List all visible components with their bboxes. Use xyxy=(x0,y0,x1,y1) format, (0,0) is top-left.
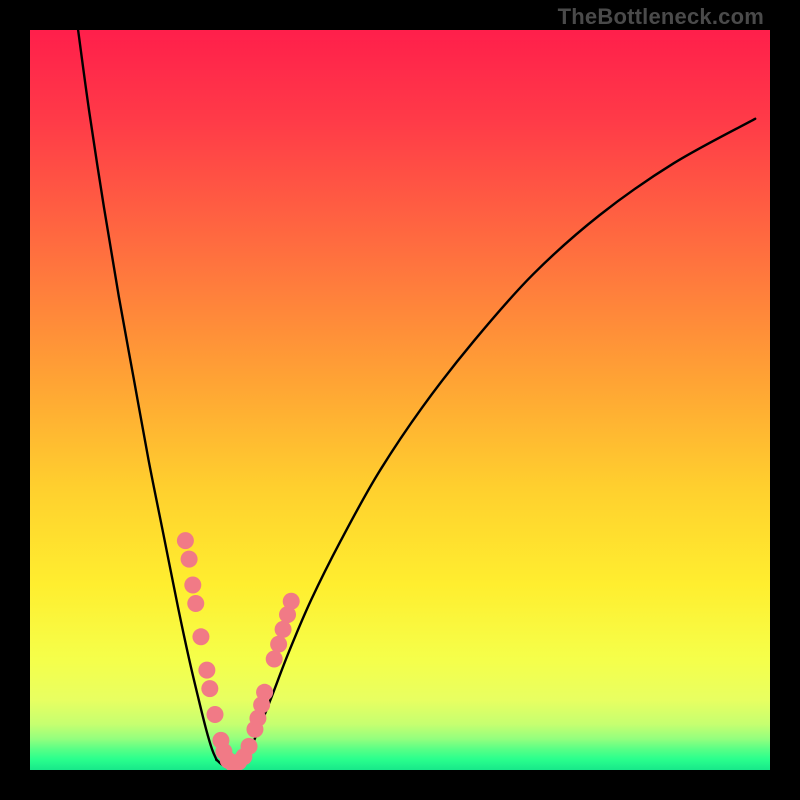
data-point xyxy=(201,680,218,697)
curve-path xyxy=(78,30,755,767)
scatter-dots xyxy=(177,532,300,770)
curve-line xyxy=(78,30,755,767)
plot-area xyxy=(30,30,770,770)
bottleneck-chart xyxy=(30,30,770,770)
data-point xyxy=(181,551,198,568)
data-point xyxy=(270,636,287,653)
data-point xyxy=(198,662,215,679)
data-point xyxy=(283,593,300,610)
data-point xyxy=(192,628,209,645)
watermark-text: TheBottleneck.com xyxy=(558,4,764,30)
data-point xyxy=(177,532,194,549)
data-point xyxy=(241,738,258,755)
data-point xyxy=(266,651,283,668)
data-point xyxy=(187,595,204,612)
data-point xyxy=(256,684,273,701)
outer-frame: TheBottleneck.com xyxy=(0,0,800,800)
data-point xyxy=(275,621,292,638)
data-point xyxy=(184,577,201,594)
data-point xyxy=(207,706,224,723)
